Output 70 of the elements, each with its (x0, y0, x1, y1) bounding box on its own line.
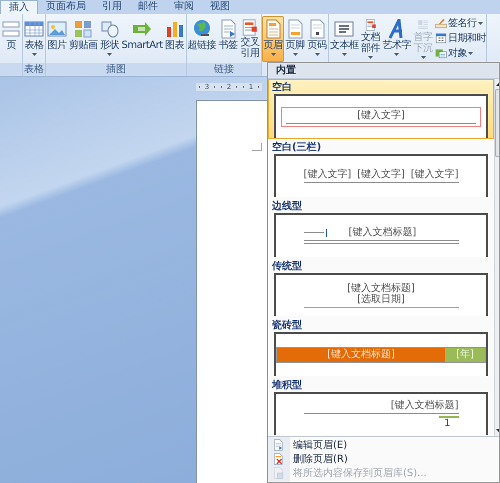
ribbon-button[interactable]: 文本框 (329, 16, 360, 62)
ribbon-button[interactable]: 艺术字 (382, 16, 412, 62)
gallery-item[interactable]: 堆积型 [键入文档标题] 1 (268, 376, 494, 436)
placeholder-text: [键入文档标题] (348, 227, 416, 238)
group-label: 表格 (23, 63, 45, 76)
ribbon-button[interactable]: 书签 (217, 16, 240, 62)
save-page-icon (272, 467, 284, 479)
ribbon-button[interactable]: 交叉引用 (239, 16, 262, 62)
menu-item[interactable]: 删除页眉(R) (268, 452, 348, 466)
ribbon-button[interactable]: 剪贴画 (68, 16, 98, 62)
ribbon-tab[interactable]: 审阅 (166, 0, 202, 14)
gallery-item[interactable]: 边线型 [键入文档标题] (268, 198, 494, 258)
placeholder-text: [键入文字] (410, 169, 458, 180)
item-label: 空白 (272, 81, 293, 94)
bar-chart-icon (164, 19, 185, 39)
ribbon-button[interactable]: SmartArt (120, 16, 164, 62)
placeholder-text: [键入文档标题] (390, 400, 458, 411)
ribbon-button[interactable]: 页眉 (262, 16, 284, 62)
item-label: 堆积型 (272, 378, 303, 392)
ribbon-button[interactable]: 页 (0, 16, 22, 62)
year-tile: [年] (445, 348, 485, 362)
ribbon-button[interactable]: 页码 (306, 16, 328, 62)
page-icon (272, 439, 284, 451)
gallery-item[interactable]: 空白(三栏) [键入文字] [键入文字] [键入文字] (268, 138, 494, 198)
item-label: 传统型 (272, 260, 303, 272)
item-label: 空白(三栏) (272, 140, 322, 154)
gallery-item[interactable]: 瓷砖型 [键入文档标题] [年] (268, 317, 494, 376)
ribbon-button[interactable]: 页脚 (284, 16, 306, 62)
gallery-item[interactable]: 空白 [键入文字] (268, 79, 494, 138)
ribbon-tab[interactable]: 插入 (0, 0, 38, 14)
item-label: 边线型 (272, 200, 303, 213)
title-tile: [键入文档标题] (277, 348, 445, 362)
ribbon-tab[interactable]: 视图 (202, 0, 238, 14)
menu-item[interactable]: 编辑页眉(E) (268, 438, 348, 452)
globe-icon (192, 19, 212, 39)
margin-mark (252, 143, 262, 151)
ribbon-button[interactable]: 形状 (98, 16, 120, 62)
text-box-icon (334, 19, 354, 39)
ribbon-button[interactable]: 图表 (164, 16, 186, 62)
picture-icon (47, 19, 67, 39)
shapes-icon (100, 19, 120, 39)
group-label-bar (0, 63, 22, 76)
ribbon-tab[interactable]: 引用 (94, 0, 130, 14)
placeholder-text: [键入文字] (357, 169, 405, 180)
ribbon-button[interactable]: 超链接 (186, 16, 218, 62)
ribbon-tab[interactable]: 页面布局 (38, 0, 94, 14)
ribbon-button[interactable]: 表格 (23, 16, 45, 62)
ribbon-small-button[interactable]: 对象 (435, 46, 486, 59)
pen-icon (435, 16, 448, 28)
group-label: 链接 (186, 63, 262, 76)
item-label: 瓷砖型 (272, 319, 303, 332)
page-number: 1 (444, 418, 450, 429)
ribbon-small-button[interactable]: 日期和时 (435, 31, 486, 44)
table-icon (24, 19, 44, 39)
ribbon-button[interactable]: 文档部件 (360, 16, 382, 62)
placeholder-text: [键入文字] (304, 169, 352, 180)
ribbon-small-button[interactable]: 签名行 (435, 16, 486, 29)
gallery-item[interactable]: 传统型 [键入文档标题] [选取日期] (268, 258, 494, 317)
object-icon (435, 46, 448, 58)
clipart-icon (73, 19, 94, 39)
placeholder-text: [选取日期] (357, 294, 405, 305)
calendar-icon (435, 32, 448, 44)
ribbon-tab[interactable]: 邮件 (130, 0, 166, 14)
page-break-icon (1, 19, 21, 39)
ribbon-button[interactable]: 图片 (46, 16, 68, 62)
group-label: 插图 (46, 63, 186, 76)
section-header: 内置 (268, 63, 499, 79)
placeholder-text: [键入文档标题] (347, 282, 415, 294)
placeholder-text: [键入文字] (357, 110, 405, 121)
delete-page-icon (272, 453, 284, 465)
